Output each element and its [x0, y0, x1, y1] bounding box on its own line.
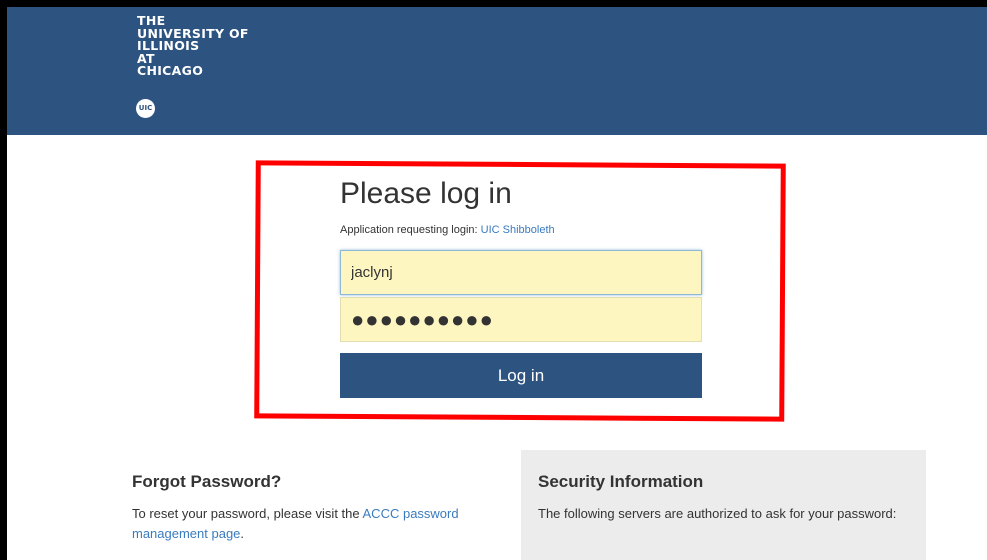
forgot-text-prefix: To reset your password, please visit the [132, 506, 363, 521]
password-mask: ●●●●●●●●●● [351, 306, 494, 332]
application-label: Application requesting login: [340, 224, 481, 236]
forgot-password-text: To reset your password, please visit the… [132, 504, 512, 544]
uic-badge-icon: UIC [136, 99, 155, 118]
application-link[interactable]: UIC Shibboleth [481, 224, 555, 236]
security-info-title: Security Information [538, 472, 704, 491]
page-frame: THE UNIVERSITY OF ILLINOIS AT CHICAGO UI… [7, 7, 987, 560]
security-info-text: The following servers are authorized to … [538, 506, 897, 521]
login-title: Please log in [340, 177, 512, 210]
logo-line: CHICAGO [137, 63, 204, 78]
username-field[interactable] [340, 250, 702, 295]
password-field[interactable]: ●●●●●●●●●● [340, 297, 702, 342]
login-button[interactable]: Log in [340, 353, 702, 398]
site-header: THE UNIVERSITY OF ILLINOIS AT CHICAGO UI… [7, 7, 987, 135]
application-requesting: Application requesting login: UIC Shibbo… [340, 224, 555, 236]
forgot-password-title: Forgot Password? [132, 472, 282, 491]
university-logo[interactable]: THE UNIVERSITY OF ILLINOIS AT CHICAGO [137, 14, 249, 78]
security-info-panel: Security Information The following serve… [521, 450, 926, 560]
forgot-text-suffix: . [240, 526, 245, 541]
